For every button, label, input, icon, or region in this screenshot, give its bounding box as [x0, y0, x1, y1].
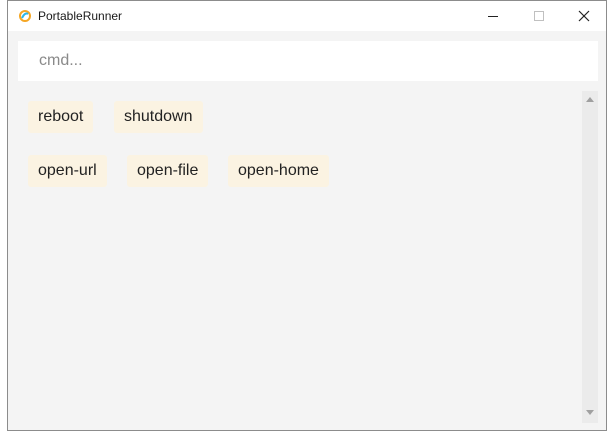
maximize-button[interactable] — [516, 1, 562, 31]
window-title: PortableRunner — [38, 9, 123, 23]
open-home-button[interactable]: open-home — [228, 155, 329, 187]
close-icon — [578, 10, 590, 22]
open-url-button[interactable]: open-url — [28, 155, 107, 187]
app-logo-icon — [18, 9, 32, 23]
reboot-button[interactable]: reboot — [28, 101, 94, 133]
title-bar[interactable]: PortableRunner — [8, 1, 606, 31]
open-file-button[interactable]: open-file — [127, 155, 209, 187]
scroll-down-arrow-icon[interactable] — [586, 410, 594, 415]
minimize-icon — [488, 16, 498, 17]
close-button[interactable] — [561, 1, 607, 31]
maximize-icon — [534, 11, 544, 21]
minimize-button[interactable] — [470, 1, 516, 31]
command-input[interactable] — [18, 41, 598, 81]
command-input-container — [18, 41, 598, 81]
command-button-area: reboot shutdown open-url open-file open-… — [18, 91, 583, 421]
vertical-scrollbar[interactable] — [582, 91, 598, 423]
shutdown-button[interactable]: shutdown — [114, 101, 203, 133]
scroll-up-arrow-icon[interactable] — [586, 97, 594, 102]
app-window: PortableRunner reboot shutdown open-url … — [7, 0, 607, 431]
